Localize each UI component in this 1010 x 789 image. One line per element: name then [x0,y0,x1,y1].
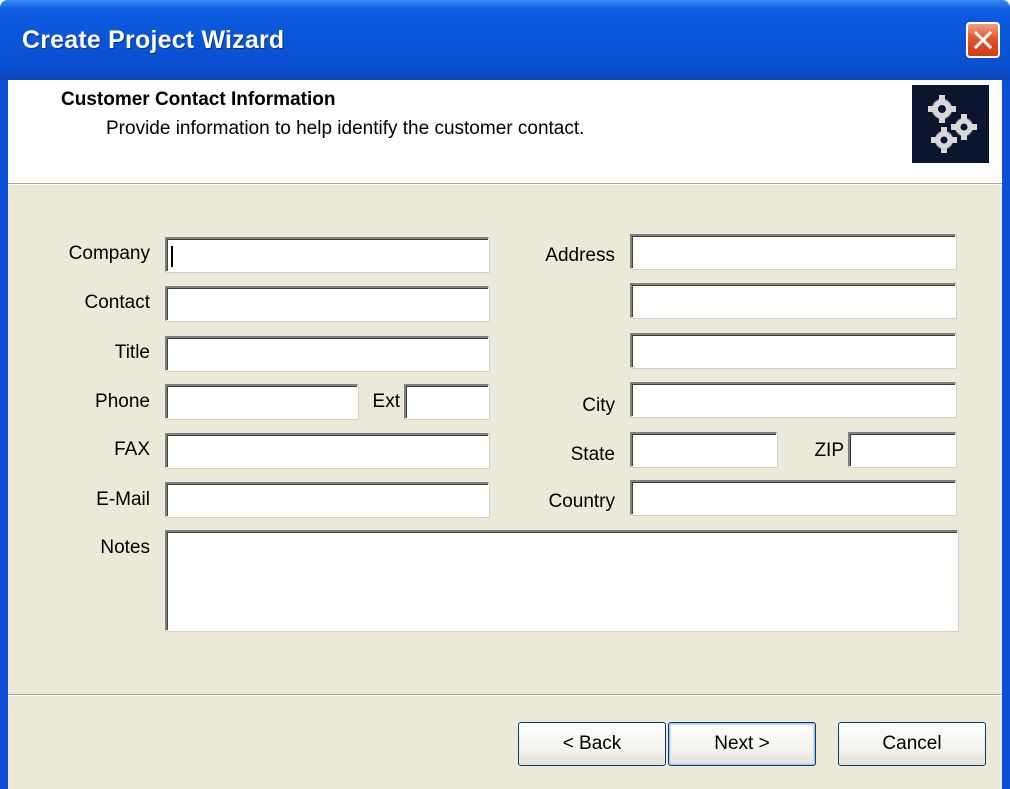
dialog-client-area: Customer Contact Information Provide inf… [8,80,1002,789]
country-field[interactable] [630,480,956,515]
company-field[interactable] [165,237,489,272]
close-icon [974,31,992,49]
window-title: Create Project Wizard [22,26,285,54]
title-label: Title [114,342,150,363]
company-label: Company [68,243,150,264]
wizard-header: Customer Contact Information Provide inf… [8,80,1002,185]
phone-label: Phone [95,391,150,412]
state-label: State [570,444,615,465]
close-button[interactable] [966,22,1000,58]
zip-field[interactable] [848,432,956,467]
fax-field[interactable] [165,433,489,468]
phone-field[interactable] [165,384,358,419]
address-line2-field[interactable] [630,283,956,318]
state-field[interactable] [630,432,777,467]
gears-icon [912,85,989,163]
title-field[interactable] [165,336,489,371]
ext-label: Ext [372,391,400,412]
country-label: Country [548,491,615,512]
page-subtitle: Provide information to help identify the… [106,118,585,139]
email-field[interactable] [165,482,489,517]
address-line1-field[interactable] [630,234,956,269]
contact-field[interactable] [165,286,489,321]
address-line3-field[interactable] [630,333,956,368]
title-bar[interactable]: Create Project Wizard [0,0,1010,80]
wizard-window: Create Project Wizard Customer Contact I… [0,0,1010,789]
zip-label: ZIP [814,440,844,461]
address-label: Address [545,245,615,266]
next-button[interactable]: Next > [668,722,816,766]
back-button[interactable]: < Back [518,722,666,766]
fax-label: FAX [114,439,150,460]
notes-label: Notes [100,537,150,558]
ext-field[interactable] [404,384,489,419]
city-field[interactable] [630,382,956,417]
cancel-button[interactable]: Cancel [838,722,986,766]
footer-separator [8,694,1002,696]
city-label: City [582,395,615,416]
notes-field[interactable] [165,530,958,631]
email-label: E-Mail [96,489,150,510]
text-caret [171,246,173,267]
contact-label: Contact [84,292,150,313]
page-title: Customer Contact Information [61,89,336,110]
